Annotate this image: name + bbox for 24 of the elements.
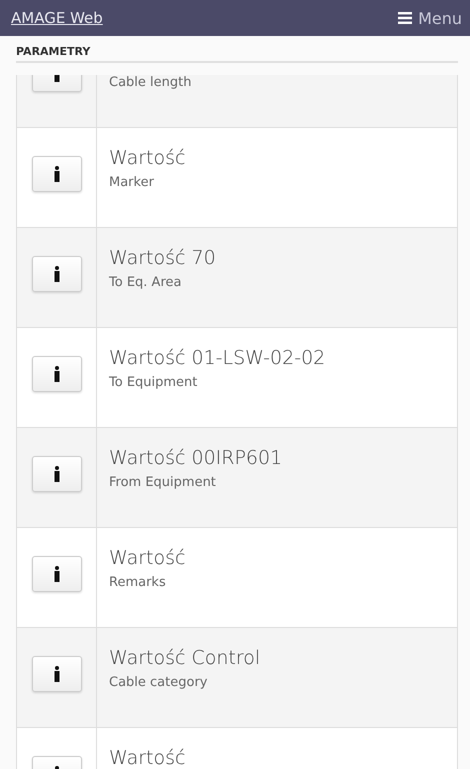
parameter-name: To Eq. Area [109,274,182,292]
value-title: Wartość Control [109,646,260,670]
value-title: Wartość [109,546,186,570]
parameter-name: Remarks [109,574,167,592]
parameter-name: From Equipment [109,474,217,492]
info-button[interactable] [32,656,82,692]
value-title: Wartość 01-LSW-02-02 [109,346,326,370]
info-button[interactable] [32,556,82,592]
info-button[interactable] [32,256,82,292]
parameter-name: To Equipment [109,374,198,392]
info-button[interactable] [32,456,82,492]
value-title: Wartość 70 [109,246,216,270]
info-button[interactable] [32,356,82,392]
value-title: Wartość [109,146,186,170]
info-button[interactable] [32,156,82,192]
parameter-name: Cable length [109,75,192,92]
brand-link[interactable]: AMAGE Web [11,9,103,27]
section-heading: PARAMETRY [16,45,458,63]
value-title: Wartość 00IRP601 [109,446,282,470]
parameter-name: Marker [109,174,155,192]
menu-icon [398,12,412,24]
value-title: Wartość [109,746,186,769]
parameter-name: Cable category [109,674,208,692]
menu-button[interactable]: Menu [398,8,462,28]
